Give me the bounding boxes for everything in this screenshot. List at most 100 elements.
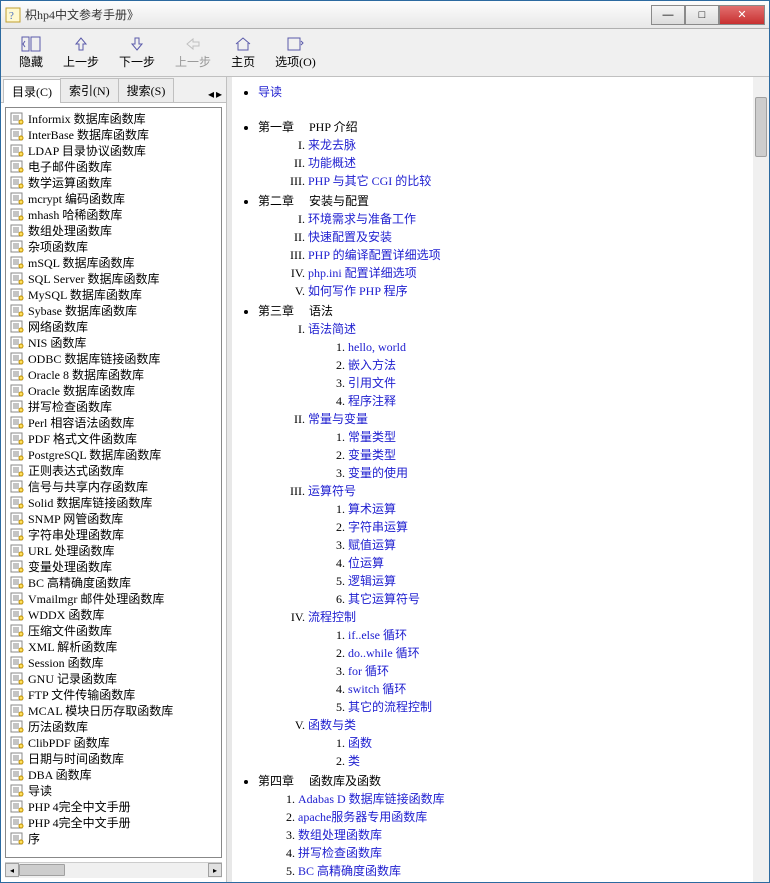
content-link[interactable]: hello, world [348, 340, 406, 354]
content-link[interactable]: 如何写作 PHP 程序 [308, 284, 408, 298]
content-link[interactable]: 常量类型 [348, 430, 396, 444]
content-link[interactable]: 语法简述 [308, 322, 356, 336]
tree-item[interactable]: Oracle 数据库函数库 [10, 382, 221, 398]
tree-item[interactable]: 导读 [10, 782, 221, 798]
content-pane[interactable]: 导读 第一章 PHP 介绍 来龙去脉功能概述PHP 与其它 CGI 的比较 第二… [232, 77, 769, 882]
content-link[interactable]: 快速配置及安装 [308, 230, 392, 244]
scroll-left-arrow[interactable]: ◂ [5, 863, 19, 877]
tab-contents[interactable]: 目录(C) [3, 79, 61, 103]
tree-item[interactable]: BC 高精确度函数库 [10, 574, 221, 590]
tree-item[interactable]: 压缩文件函数库 [10, 622, 221, 638]
tree-item[interactable]: Vmailmgr 邮件处理函数库 [10, 590, 221, 606]
content-link[interactable]: 常量与变量 [308, 412, 368, 426]
tree-item[interactable]: 正则表达式函数库 [10, 462, 221, 478]
content-link[interactable]: 功能概述 [308, 156, 356, 170]
tree-item[interactable]: ODBC 数据库链接函数库 [10, 350, 221, 366]
content-link[interactable]: 函数 [348, 736, 372, 750]
content-link[interactable]: 数组处理函数库 [298, 828, 382, 842]
toc-tree[interactable]: Informix 数据库函数库InterBase 数据库函数库LDAP 目录协议… [5, 107, 222, 858]
content-link[interactable]: 程序注释 [348, 394, 396, 408]
content-link[interactable]: 位运算 [348, 556, 384, 570]
hide-nav-button[interactable]: 隐藏 [9, 32, 53, 74]
content-link[interactable]: 类 [348, 754, 360, 768]
tree-item[interactable]: MCAL 模块日历存取函数库 [10, 702, 221, 718]
tree-item[interactable]: 杂项函数库 [10, 238, 221, 254]
tree-item[interactable]: SQL Server 数据库函数库 [10, 270, 221, 286]
tree-item[interactable]: Informix 数据库函数库 [10, 110, 221, 126]
tree-item[interactable]: 电子邮件函数库 [10, 158, 221, 174]
content-link[interactable]: 环境需求与准备工作 [308, 212, 416, 226]
tree-item[interactable]: GNU 记录函数库 [10, 670, 221, 686]
tree-item[interactable]: mhash 哈稀函数库 [10, 206, 221, 222]
tree-item[interactable]: NIS 函数库 [10, 334, 221, 350]
content-link[interactable]: Adabas D 数据库链接函数库 [298, 792, 445, 806]
content-link[interactable]: 函数与类 [308, 718, 356, 732]
content-link[interactable]: 其它运算符号 [348, 592, 420, 606]
home-button[interactable]: 主页 [221, 32, 265, 74]
tree-item[interactable]: InterBase 数据库函数库 [10, 126, 221, 142]
tab-index[interactable]: 索引(N) [60, 78, 119, 102]
content-link[interactable]: php.ini 配置详细选项 [308, 266, 417, 280]
tree-item[interactable]: 网络函数库 [10, 318, 221, 334]
maximize-button[interactable]: □ [685, 5, 719, 25]
tree-item[interactable]: SNMP 网管函数库 [10, 510, 221, 526]
tree-item[interactable]: 历法函数库 [10, 718, 221, 734]
tabs-scroll[interactable]: ◂▸ [206, 87, 224, 102]
scroll-right-arrow[interactable]: ▸ [208, 863, 222, 877]
scroll-thumb[interactable] [19, 864, 65, 876]
content-link[interactable]: 算术运算 [348, 502, 396, 516]
content-link[interactable]: PHP 的编译配置详细选项 [308, 248, 441, 262]
tree-item[interactable]: Oracle 8 数据库函数库 [10, 366, 221, 382]
tree-item[interactable]: 数组处理函数库 [10, 222, 221, 238]
content-link[interactable]: 流程控制 [308, 610, 356, 624]
tree-item[interactable]: PHP 4完全中文手册 [10, 798, 221, 814]
tree-item[interactable]: 数学运算函数库 [10, 174, 221, 190]
close-button[interactable]: ✕ [719, 5, 765, 25]
tree-item[interactable]: 序 [10, 830, 221, 846]
tree-item[interactable]: 变量处理函数库 [10, 558, 221, 574]
scroll-thumb[interactable] [755, 97, 767, 157]
tree-item[interactable]: 信号与共享内存函数库 [10, 478, 221, 494]
tree-item[interactable]: FTP 文件传输函数库 [10, 686, 221, 702]
content-link[interactable]: 运算符号 [308, 484, 356, 498]
tree-item[interactable]: 拼写检查函数库 [10, 398, 221, 414]
content-link[interactable]: switch 循环 [348, 682, 406, 696]
tree-item[interactable]: URL 处理函数库 [10, 542, 221, 558]
content-link[interactable]: 字符串运算 [348, 520, 408, 534]
minimize-button[interactable]: — [651, 5, 685, 25]
content-link[interactable]: apache服务器专用函数库 [298, 810, 427, 824]
tree-item[interactable]: PostgreSQL 数据库函数库 [10, 446, 221, 462]
tree-item[interactable]: mSQL 数据库函数库 [10, 254, 221, 270]
content-link[interactable]: 赋值运算 [348, 538, 396, 552]
content-link[interactable]: 逻辑运算 [348, 574, 396, 588]
back-button[interactable]: 上一步 [53, 32, 109, 74]
forward-button[interactable]: 下一步 [109, 32, 165, 74]
tree-item[interactable]: Perl 相容语法函数库 [10, 414, 221, 430]
content-link[interactable]: 嵌入方法 [348, 358, 396, 372]
content-link[interactable]: do..while 循环 [348, 646, 420, 660]
tree-item[interactable]: 日期与时间函数库 [10, 750, 221, 766]
tree-item[interactable]: DBA 函数库 [10, 766, 221, 782]
tree-item[interactable]: MySQL 数据库函数库 [10, 286, 221, 302]
content-link[interactable]: 变量的使用 [348, 466, 408, 480]
options-button[interactable]: 选项(O) [265, 32, 326, 74]
content-link[interactable]: 引用文件 [348, 376, 396, 390]
tree-item[interactable]: mcrypt 编码函数库 [10, 190, 221, 206]
content-v-scrollbar[interactable] [753, 77, 769, 882]
tree-h-scrollbar[interactable]: ◂ ▸ [5, 862, 222, 878]
tree-item[interactable]: 字符串处理函数库 [10, 526, 221, 542]
content-link[interactable]: 拼写检查函数库 [298, 846, 382, 860]
tab-search[interactable]: 搜索(S) [118, 78, 175, 102]
content-link[interactable]: PHP 与其它 CGI 的比较 [308, 174, 431, 188]
content-link[interactable]: if..else 循环 [348, 628, 407, 642]
tree-item[interactable]: Sybase 数据库函数库 [10, 302, 221, 318]
content-link[interactable]: BC 高精确度函数库 [298, 864, 401, 878]
content-link[interactable]: 变量类型 [348, 448, 396, 462]
link-intro[interactable]: 导读 [258, 85, 282, 99]
tree-item[interactable]: PDF 格式文件函数库 [10, 430, 221, 446]
tree-item[interactable]: Solid 数据库链接函数库 [10, 494, 221, 510]
tree-item[interactable]: Session 函数库 [10, 654, 221, 670]
content-link[interactable]: 来龙去脉 [308, 138, 356, 152]
tree-item[interactable]: WDDX 函数库 [10, 606, 221, 622]
tree-item[interactable]: PHP 4完全中文手册 [10, 814, 221, 830]
